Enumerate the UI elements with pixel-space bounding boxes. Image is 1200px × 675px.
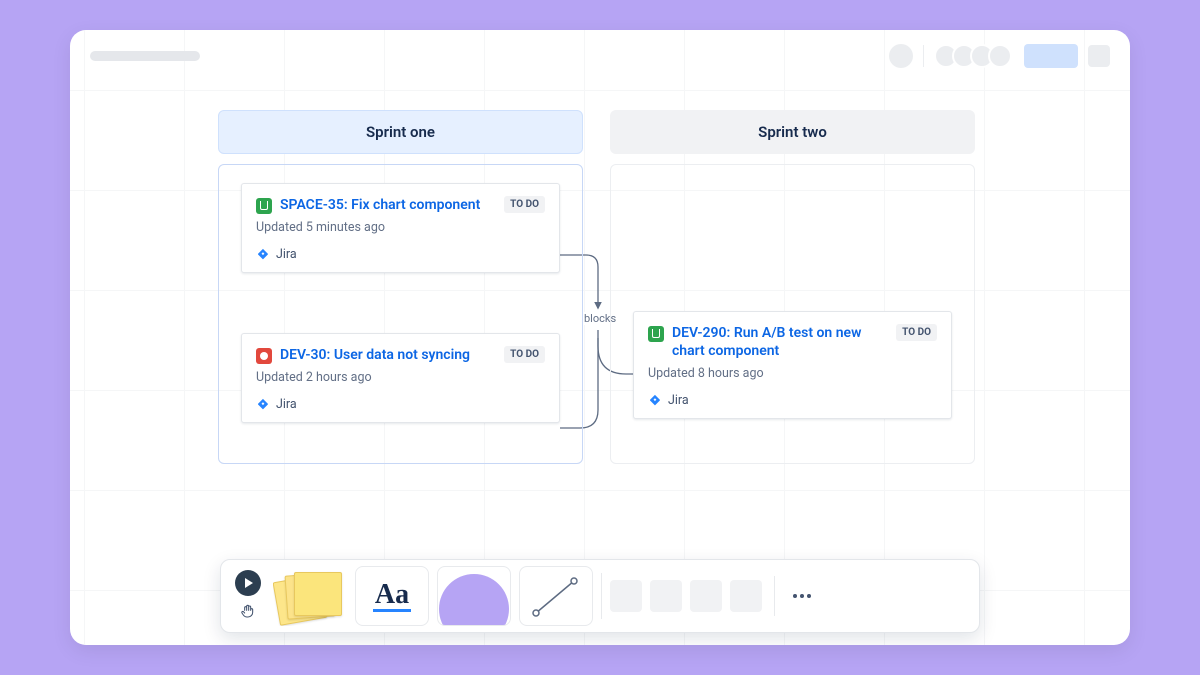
jira-icon	[256, 398, 270, 412]
canvas[interactable]: blocks Sprint one SPACE-35: Fix chart co…	[70, 30, 1130, 645]
board-title-placeholder[interactable]	[90, 51, 200, 61]
tool-slot[interactable]	[610, 580, 642, 612]
updated-timestamp: Updated 5 minutes ago	[256, 220, 545, 235]
issue-card[interactable]: DEV-30: User data not syncing TO DO Upda…	[241, 333, 560, 423]
whiteboard-toolbar: Aa	[220, 559, 980, 633]
card-source: Jira	[256, 247, 545, 262]
status-badge: TO DO	[504, 196, 545, 213]
story-icon	[648, 326, 664, 342]
text-tool-icon: Aa	[373, 581, 411, 612]
source-label: Jira	[276, 247, 297, 262]
tool-slot[interactable]	[730, 580, 762, 612]
line-tool[interactable]	[519, 566, 593, 626]
presence-avatar[interactable]	[889, 44, 913, 68]
dot-icon	[800, 594, 804, 598]
hand-icon	[240, 603, 256, 619]
bug-icon	[256, 348, 272, 364]
tool-slot[interactable]	[690, 580, 722, 612]
avatar[interactable]	[988, 44, 1012, 68]
board-menu-button[interactable]	[1088, 45, 1110, 67]
issue-title-link[interactable]: SPACE-35: Fix chart component	[280, 196, 480, 214]
toolbar-divider	[601, 573, 602, 619]
top-right-controls	[889, 44, 1110, 68]
column-title: Sprint one	[366, 123, 435, 141]
issue-title-link[interactable]: DEV-290: Run A/B test on new chart compo…	[672, 324, 888, 360]
line-icon	[530, 573, 582, 619]
present-button[interactable]	[235, 570, 261, 596]
pointer-tools	[231, 570, 265, 622]
issue-card[interactable]: SPACE-35: Fix chart component TO DO Upda…	[241, 183, 560, 273]
source-label: Jira	[276, 397, 297, 412]
jira-icon	[256, 248, 270, 262]
column-title: Sprint two	[758, 123, 827, 141]
circle-shape-icon	[439, 574, 509, 626]
column-header[interactable]: Sprint two	[610, 110, 975, 154]
story-icon	[256, 198, 272, 214]
text-tool[interactable]: Aa	[355, 566, 429, 626]
issue-card[interactable]: DEV-290: Run A/B test on new chart compo…	[633, 311, 952, 419]
sticky-note-tool[interactable]	[273, 566, 347, 626]
column-header[interactable]: Sprint one	[218, 110, 583, 154]
card-source: Jira	[256, 397, 545, 412]
sprint-column-one[interactable]: Sprint one SPACE-35: Fix chart component…	[218, 110, 583, 464]
status-badge: TO DO	[896, 324, 937, 341]
top-bar	[70, 30, 1130, 82]
collaborator-avatars[interactable]	[934, 44, 1012, 68]
hand-tool[interactable]	[237, 600, 259, 622]
updated-timestamp: Updated 2 hours ago	[256, 370, 545, 385]
sprint-column-two[interactable]: Sprint two DEV-290: Run A/B test on new …	[610, 110, 975, 464]
tool-slot[interactable]	[650, 580, 682, 612]
column-body[interactable]: SPACE-35: Fix chart component TO DO Upda…	[218, 164, 583, 464]
column-body[interactable]: DEV-290: Run A/B test on new chart compo…	[610, 164, 975, 464]
updated-timestamp: Updated 8 hours ago	[648, 366, 937, 381]
source-label: Jira	[668, 393, 689, 408]
status-badge: TO DO	[504, 346, 545, 363]
jira-icon	[648, 394, 662, 408]
sticky-note-icon	[280, 568, 340, 624]
share-button[interactable]	[1024, 44, 1078, 68]
dot-icon	[793, 594, 797, 598]
separator	[923, 45, 924, 67]
tool-slots	[610, 580, 762, 612]
dot-icon	[807, 594, 811, 598]
card-source: Jira	[648, 393, 937, 408]
shape-tool[interactable]	[437, 566, 511, 626]
more-tools-button[interactable]	[774, 576, 818, 616]
issue-title-link[interactable]: DEV-30: User data not syncing	[280, 346, 470, 364]
whiteboard-window: blocks Sprint one SPACE-35: Fix chart co…	[70, 30, 1130, 645]
